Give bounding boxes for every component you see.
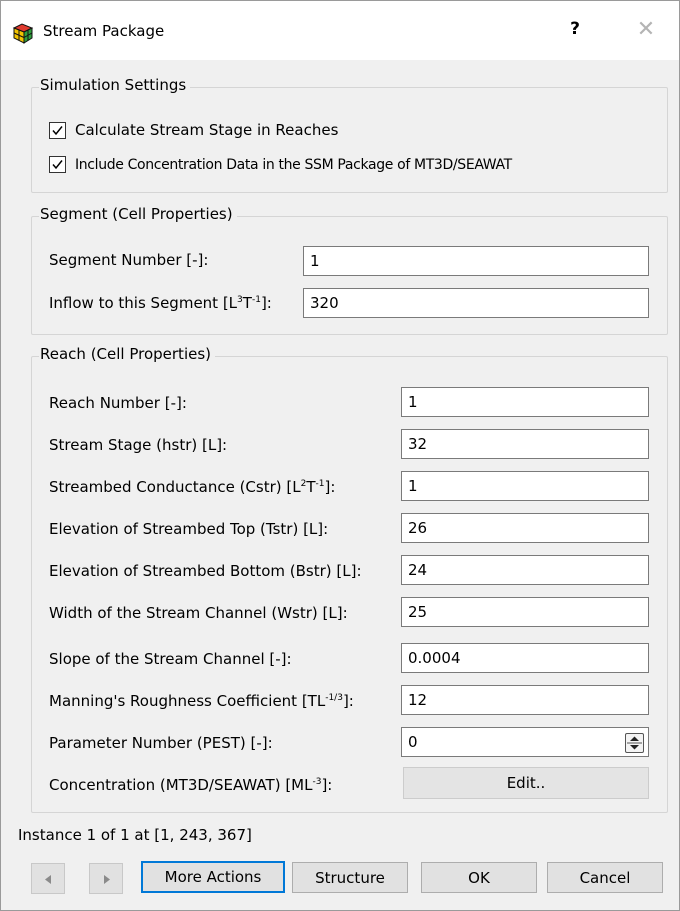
simulation-settings-group <box>31 87 668 193</box>
pest-parameter-value: 0 <box>408 733 418 751</box>
close-button[interactable]: ✕ <box>633 17 659 45</box>
include-conc-checkbox-row[interactable]: Include Concentration Data in the SSM Pa… <box>49 156 512 173</box>
stream-package-dialog: Stream Package ? ✕ Simulation Settings C… <box>0 0 680 911</box>
concentration-label: Concentration (MT3D/SEAWAT) [ML-3]: <box>49 776 333 794</box>
reach-number-input[interactable]: 1 <box>401 387 649 417</box>
channel-slope-input[interactable]: 0.0004 <box>401 643 649 673</box>
include-conc-label: Include Concentration Data in the SSM Pa… <box>75 156 512 173</box>
stream-stage-input[interactable]: 32 <box>401 429 649 459</box>
title-bar: Stream Package ? ✕ <box>1 1 679 60</box>
pest-parameter-label: Parameter Number (PEST) [-]: <box>49 734 273 752</box>
inflow-input[interactable]: 320 <box>303 288 649 318</box>
inflow-label: Inflow to this Segment [L3T-1]: <box>49 294 272 312</box>
segment-title: Segment (Cell Properties) <box>39 205 237 223</box>
spin-arrows-icon[interactable] <box>625 733 644 753</box>
conductance-input[interactable]: 1 <box>401 471 649 501</box>
help-button[interactable]: ? <box>563 19 587 45</box>
channel-width-input[interactable]: 25 <box>401 597 649 627</box>
streambed-bottom-input[interactable]: 24 <box>401 555 649 585</box>
streambed-top-label: Elevation of Streambed Top (Tstr) [L]: <box>49 520 329 538</box>
conductance-label: Streambed Conductance (Cstr) [L2T-1]: <box>49 478 336 496</box>
reach-title: Reach (Cell Properties) <box>39 345 216 363</box>
check-icon <box>52 125 63 135</box>
streambed-top-input[interactable]: 26 <box>401 513 649 543</box>
next-button[interactable] <box>89 863 123 894</box>
reach-number-label: Reach Number [-]: <box>49 394 187 412</box>
ok-button[interactable]: OK <box>421 862 537 893</box>
calc-stage-label: Calculate Stream Stage in Reaches <box>75 121 339 139</box>
stream-stage-label: Stream Stage (hstr) [L]: <box>49 436 228 454</box>
calc-stage-checkbox[interactable] <box>49 121 66 139</box>
cancel-button[interactable]: Cancel <box>547 862 663 893</box>
simulation-settings-title: Simulation Settings <box>39 76 191 94</box>
check-icon <box>52 160 63 170</box>
manning-input[interactable]: 12 <box>401 685 649 715</box>
triangle-right-icon <box>104 875 110 884</box>
manning-label: Manning's Roughness Coefficient [TL-1/3]… <box>49 692 354 710</box>
previous-button[interactable] <box>31 863 65 894</box>
structure-button[interactable]: Structure <box>292 862 408 893</box>
channel-width-label: Width of the Stream Channel (Wstr) [L]: <box>49 604 348 622</box>
pest-parameter-spinbox[interactable]: 0 <box>401 727 649 757</box>
stream-package-icon <box>12 22 34 44</box>
segment-number-input[interactable]: 1 <box>303 246 649 276</box>
include-conc-checkbox[interactable] <box>49 156 66 173</box>
window-title: Stream Package <box>43 22 165 40</box>
instance-status: Instance 1 of 1 at [1, 243, 367] <box>18 826 252 844</box>
edit-concentration-button[interactable]: Edit.. <box>403 767 649 799</box>
triangle-left-icon <box>45 875 51 884</box>
calc-stage-checkbox-row[interactable]: Calculate Stream Stage in Reaches <box>49 121 338 139</box>
more-actions-button[interactable]: More Actions <box>141 861 285 893</box>
streambed-bottom-label: Elevation of Streambed Bottom (Bstr) [L]… <box>49 562 362 580</box>
channel-slope-label: Slope of the Stream Channel [-]: <box>49 650 292 668</box>
segment-number-label: Segment Number [-]: <box>49 251 209 269</box>
